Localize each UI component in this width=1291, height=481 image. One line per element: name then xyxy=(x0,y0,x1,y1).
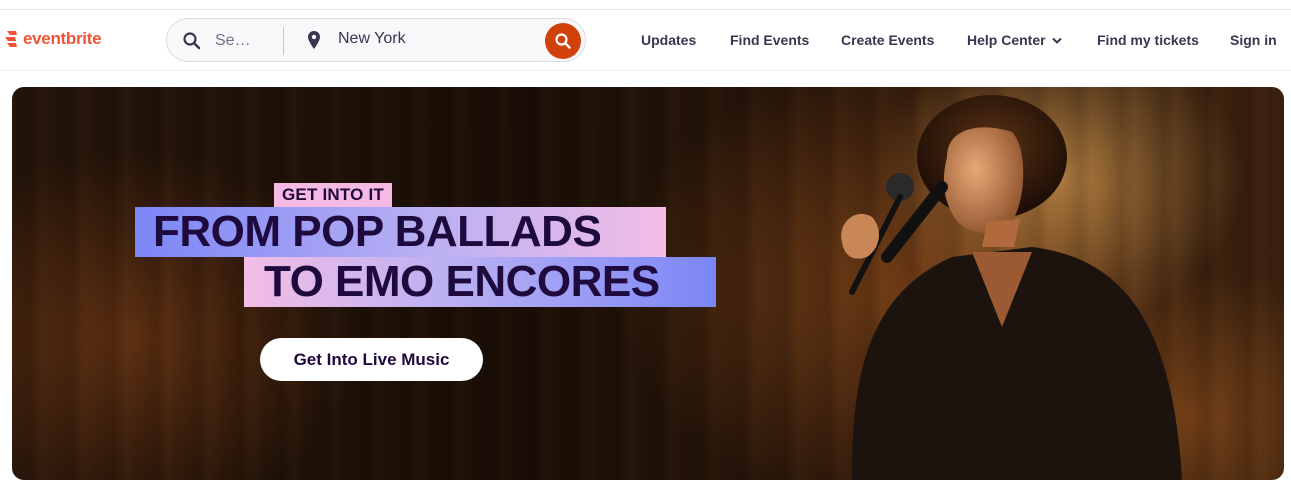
nav-help-center[interactable]: Help Center xyxy=(967,32,1062,48)
hero-banner: GET INTO IT FROM POP BALLADS TO EMO ENCO… xyxy=(12,87,1284,480)
search-button[interactable] xyxy=(545,23,581,59)
nav-create-events[interactable]: Create Events xyxy=(841,32,934,48)
search-bar: New York xyxy=(166,18,586,62)
eventbrite-logo-icon xyxy=(5,31,17,47)
search-icon xyxy=(183,32,201,50)
hero-headline-line2: TO EMO ENCORES xyxy=(244,257,716,307)
nav-find-my-tickets[interactable]: Find my tickets xyxy=(1097,32,1199,48)
search-divider xyxy=(283,27,284,55)
eventbrite-logo[interactable]: eventbrite xyxy=(4,28,102,50)
singer-image xyxy=(841,95,1182,480)
location-field[interactable]: New York xyxy=(338,30,406,48)
nav-help-center-label: Help Center xyxy=(967,32,1046,48)
nav-find-events[interactable]: Find Events xyxy=(730,32,809,48)
nav-updates[interactable]: Updates xyxy=(641,32,696,48)
chevron-down-icon xyxy=(1051,38,1062,45)
search-input[interactable] xyxy=(215,30,259,52)
site-header: eventbrite New York Updates Find Events … xyxy=(0,10,1291,71)
logo-text: eventbrite xyxy=(23,29,102,48)
search-button-icon xyxy=(555,33,571,49)
hero-headline-line1: FROM POP BALLADS xyxy=(135,207,666,257)
location-pin-icon xyxy=(308,31,320,49)
get-into-live-music-button[interactable]: Get Into Live Music xyxy=(260,338,483,381)
hero-eyebrow: GET INTO IT xyxy=(274,183,393,207)
nav-sign-in[interactable]: Sign in xyxy=(1230,32,1277,48)
